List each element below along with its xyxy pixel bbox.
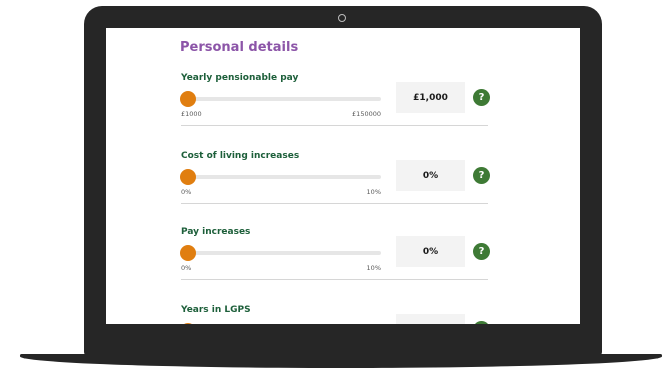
question-mark-icon[interactable]: ?	[473, 167, 490, 184]
slider-thumb[interactable]	[180, 169, 196, 185]
value-input[interactable]: 0%	[396, 160, 465, 191]
slider-max-label: 10%	[366, 264, 381, 272]
slider-track[interactable]	[180, 169, 381, 185]
slider-thumb[interactable]	[180, 323, 196, 324]
laptop-lid: Personal details Yearly pensionable pay …	[84, 6, 602, 356]
slider-thumb[interactable]	[180, 91, 196, 107]
divider	[181, 203, 488, 204]
question-mark-icon[interactable]: ?	[473, 321, 490, 324]
camera-icon	[338, 14, 346, 22]
slider-min-label: 0%	[181, 264, 192, 272]
slider-track[interactable]	[180, 91, 381, 107]
field-years-in-lgps: Years in LGPS ?	[180, 305, 490, 324]
field-pay-increases: Pay increases 0% 10% 0% ?	[180, 227, 490, 307]
value-input[interactable]: £1,000	[396, 82, 465, 113]
field-label: Pay increases	[181, 227, 251, 237]
field-yearly-pensionable-pay: Yearly pensionable pay £1000 £150000 £1,…	[180, 73, 490, 153]
field-label: Years in LGPS	[181, 305, 251, 315]
divider	[181, 279, 488, 280]
slider-thumb[interactable]	[180, 245, 196, 261]
field-cost-of-living-increases: Cost of living increases 0% 10% 0% ?	[180, 151, 490, 231]
laptop-base	[20, 354, 662, 368]
slider-min-label: 0%	[181, 188, 192, 196]
page-title: Personal details	[180, 40, 299, 55]
field-label: Yearly pensionable pay	[181, 73, 299, 83]
slider-track[interactable]	[180, 245, 381, 261]
value-input[interactable]	[396, 314, 465, 324]
laptop-screen: Personal details Yearly pensionable pay …	[106, 28, 580, 324]
question-mark-icon[interactable]: ?	[473, 89, 490, 106]
value-input[interactable]: 0%	[396, 236, 465, 267]
question-mark-icon[interactable]: ?	[473, 243, 490, 260]
slider-max-label: £150000	[352, 110, 381, 118]
field-label: Cost of living increases	[181, 151, 300, 161]
slider-min-label: £1000	[181, 110, 202, 118]
divider	[181, 125, 488, 126]
slider-max-label: 10%	[366, 188, 381, 196]
